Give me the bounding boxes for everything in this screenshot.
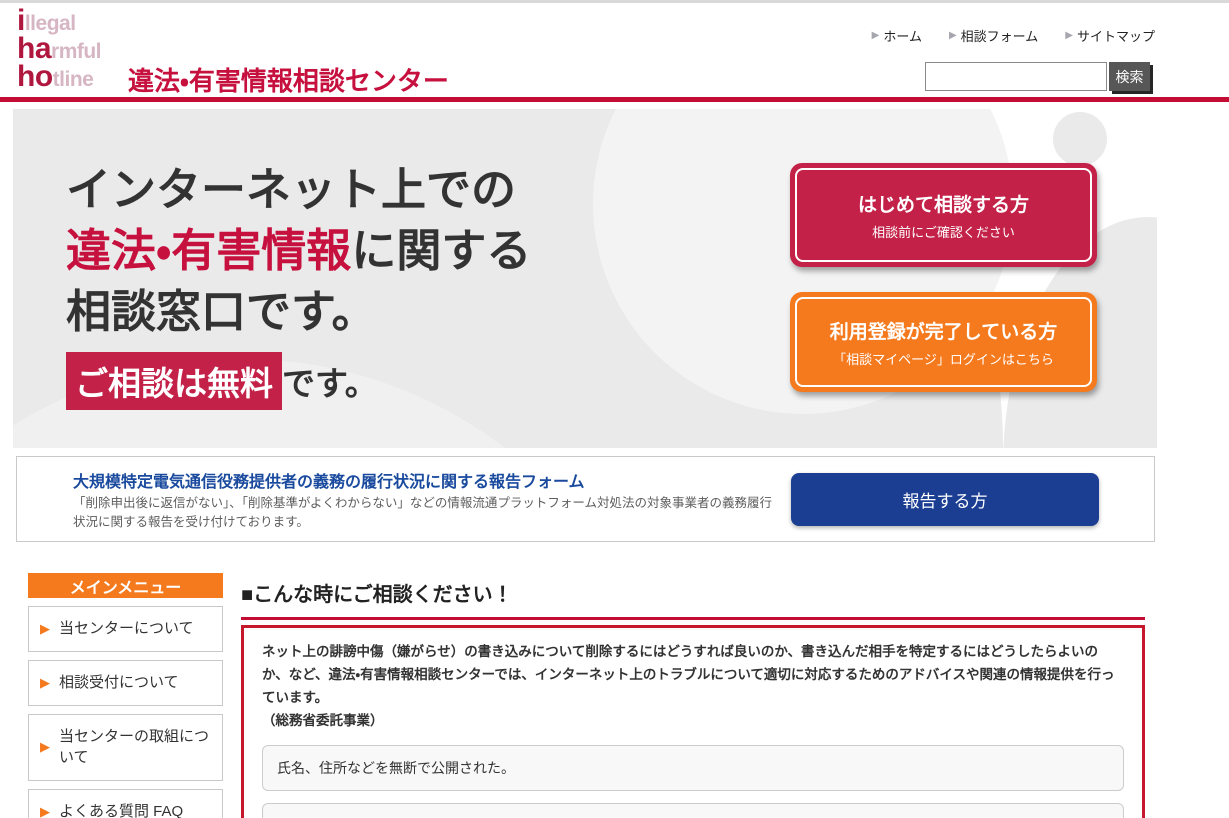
sidebar-item-label: 相談受付について — [59, 673, 179, 691]
hero-line-1: インターネット上での — [66, 164, 517, 215]
hero-line-2: 違法・有害情報に関する — [66, 220, 531, 281]
nav-consult-form[interactable]: ▶ 相談フォーム — [949, 26, 1038, 45]
hero-line-2-rest: に関する — [351, 225, 532, 276]
nav-label: 相談フォーム — [960, 29, 1039, 44]
cta-title: はじめて相談する方 — [857, 194, 1029, 216]
hero-copy: インターネット上での 違法・有害情報に関する 相談窓口です。 ご相談は無料 です。 — [66, 159, 531, 410]
hero-banner: インターネット上での 違法・有害情報に関する 相談窓口です。 ご相談は無料 です。… — [13, 109, 1157, 448]
report-form-section: 大規模特定電気通信役務提供者の義務の履行状況に関する報告フォーム 「削除申出後に… — [16, 456, 1155, 542]
sidebar-item-label: 当センターの取組について — [59, 727, 210, 767]
header-divider — [0, 97, 1229, 102]
hero-free-after: です。 — [282, 365, 378, 402]
sidebar-item-consultation-reception[interactable]: ▶ 相談受付について — [28, 659, 223, 706]
page: illegal harmful hotline 違法・有害情報相談センター ▶ … — [0, 0, 1229, 818]
cta-title: 利用登録が完了している方 — [829, 321, 1058, 343]
search-input[interactable] — [925, 62, 1107, 91]
search-area: 検索 — [925, 62, 1150, 91]
header: illegal harmful hotline 違法・有害情報相談センター ▶ … — [0, 0, 1229, 97]
report-button[interactable]: 報告する方 — [791, 473, 1099, 526]
case-item-defamation[interactable]: 誹謗中傷にあたると思われる書き込みをされた。 — [262, 802, 1124, 818]
first-consultation-button[interactable]: はじめて相談する方 相談前にご確認ください — [790, 163, 1097, 267]
site-title[interactable]: 違法・有害情報相談センター — [128, 61, 449, 98]
sidebar: メインメニュー ▶ 当センターについて ▶ 相談受付について ▶ 当センターの取… — [28, 573, 223, 818]
person-silhouette-head — [1053, 112, 1107, 166]
nav-label: ホーム — [883, 29, 922, 44]
hero-free-line: ご相談は無料 です。 — [66, 352, 531, 410]
hero-line-2-red: 違法・有害情報 — [66, 225, 352, 276]
nav-sitemap[interactable]: ▶ サイトマップ — [1065, 26, 1155, 45]
site-logo[interactable]: illegal harmful hotline — [17, 6, 117, 93]
report-form-description: 「削除申出後に返信がない」、「削除基準がよくわからない」などの情報流通プラットフ… — [73, 496, 773, 530]
hero-line-3: 相談窓口です。 — [66, 286, 377, 337]
cta-subtitle: 「相談マイページ」ログインはこちら — [833, 351, 1054, 367]
main-content: ■こんな時にご相談ください！ ネット上の誹謗中傷（嫌がらせ）の書き込みについて削… — [241, 578, 1145, 818]
sidebar-item-center-initiatives[interactable]: ▶ 当センターの取組について — [28, 713, 223, 781]
cta-subtitle: 相談前にご確認ください — [872, 224, 1015, 240]
main-menu-header: メインメニュー — [28, 573, 223, 598]
heading-underline — [241, 617, 1145, 620]
cases-intro-text: ネット上の誹謗中傷（嫌がらせ）の書き込みについて削除するにはどうすれば良いのか、… — [262, 644, 1115, 705]
triangle-icon: ▶ — [40, 739, 50, 755]
sidebar-item-faq[interactable]: ▶ よくある質問 FAQ — [28, 789, 223, 818]
section-heading: ■こんな時にご相談ください！ — [241, 584, 513, 606]
consultation-cases-panel: ネット上の誹謗中傷（嫌がらせ）の書き込みについて削除するにはどうすれば良いのか、… — [241, 625, 1145, 818]
sidebar-item-label: よくある質問 FAQ — [59, 803, 184, 818]
triangle-icon: ▶ — [40, 620, 50, 636]
triangle-icon: ▶ — [948, 30, 957, 41]
free-badge: ご相談は無料 — [66, 352, 282, 410]
mypage-login-button[interactable]: 利用登録が完了している方 「相談マイページ」ログインはこちら — [790, 292, 1097, 392]
nav-label: サイトマップ — [1076, 29, 1155, 44]
sidebar-item-about-center[interactable]: ▶ 当センターについて — [28, 606, 223, 652]
logo-rest: rmful — [51, 40, 102, 63]
triangle-icon: ▶ — [40, 674, 50, 690]
case-item-personal-info[interactable]: 氏名、住所などを無断で公開された。 — [262, 744, 1124, 791]
commission-note: （総務省委託事業） — [262, 712, 384, 728]
report-form-title-link[interactable]: 大規模特定電気通信役務提供者の義務の履行状況に関する報告フォーム — [73, 468, 585, 492]
top-nav: ▶ ホーム ▶ 相談フォーム ▶ サイトマップ — [872, 26, 1155, 45]
logo-rest: tline — [52, 68, 94, 91]
nav-home[interactable]: ▶ ホーム — [872, 26, 922, 45]
triangle-icon: ▶ — [871, 30, 880, 41]
sidebar-item-label: 当センターについて — [59, 620, 194, 637]
logo-letter: ho — [17, 60, 53, 93]
triangle-icon: ▶ — [1065, 30, 1073, 41]
search-button[interactable]: 検索 — [1109, 62, 1150, 91]
triangle-icon: ▶ — [40, 803, 50, 818]
